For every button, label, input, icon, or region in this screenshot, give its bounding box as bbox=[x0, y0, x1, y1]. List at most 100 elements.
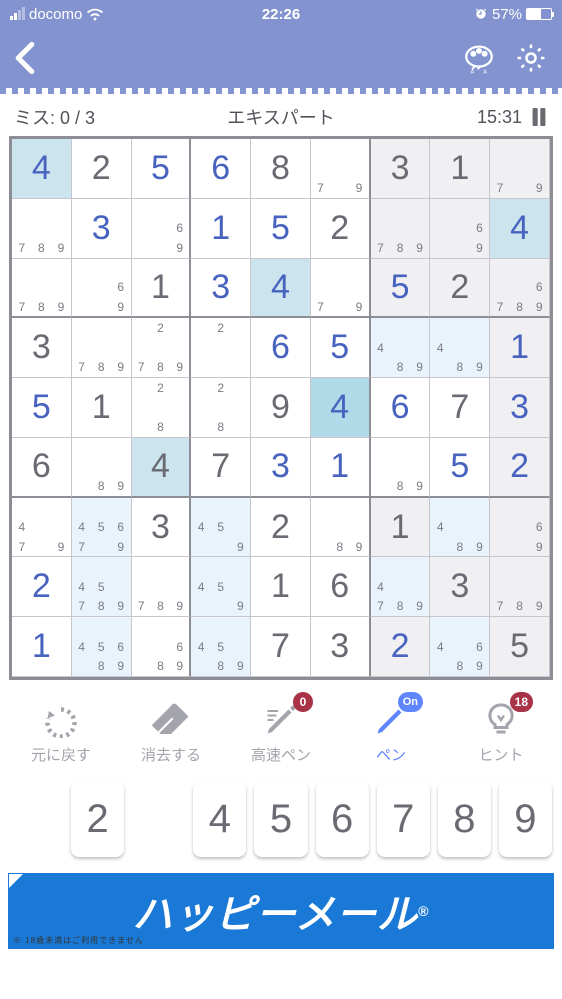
numkey-7[interactable]: 7 bbox=[377, 781, 430, 857]
cell-r1-c8[interactable]: 4 bbox=[490, 199, 550, 259]
cell-r5-c0[interactable]: 6 bbox=[12, 438, 72, 498]
cell-r2-c1[interactable]: 69 bbox=[72, 259, 132, 319]
cell-r1-c7[interactable]: 69 bbox=[430, 199, 490, 259]
cell-r8-c8[interactable]: 5 bbox=[490, 617, 550, 677]
cell-r6-c0[interactable]: 479 bbox=[12, 498, 72, 558]
cell-r5-c4[interactable]: 3 bbox=[251, 438, 311, 498]
cell-r8-c4[interactable]: 7 bbox=[251, 617, 311, 677]
cell-r8-c1[interactable]: 45689 bbox=[72, 617, 132, 677]
ad-banner[interactable]: ハッピーメール® ※ 18歳未満はご利用できません bbox=[8, 873, 554, 949]
cell-r2-c4[interactable]: 4 bbox=[251, 259, 311, 319]
cell-r4-c6[interactable]: 6 bbox=[371, 378, 431, 438]
cell-r7-c1[interactable]: 45789 bbox=[72, 557, 132, 617]
cell-r0-c1[interactable]: 2 bbox=[72, 139, 132, 199]
cell-r4-c2[interactable]: 28 bbox=[132, 378, 192, 438]
cell-r2-c7[interactable]: 2 bbox=[430, 259, 490, 319]
cell-r8-c7[interactable]: 4689 bbox=[430, 617, 490, 677]
cell-r7-c3[interactable]: 459 bbox=[191, 557, 251, 617]
cell-r0-c3[interactable]: 6 bbox=[191, 139, 251, 199]
cell-r3-c6[interactable]: 489 bbox=[371, 318, 431, 378]
cell-r3-c0[interactable]: 3 bbox=[12, 318, 72, 378]
cell-r6-c6[interactable]: 1 bbox=[371, 498, 431, 558]
pen-button[interactable]: On ペン bbox=[341, 702, 441, 765]
cell-r3-c8[interactable]: 1 bbox=[490, 318, 550, 378]
cell-r2-c3[interactable]: 3 bbox=[191, 259, 251, 319]
cell-r1-c0[interactable]: 789 bbox=[12, 199, 72, 259]
cell-r4-c8[interactable]: 3 bbox=[490, 378, 550, 438]
numkey-5[interactable]: 5 bbox=[254, 781, 307, 857]
cell-r1-c5[interactable]: 2 bbox=[311, 199, 371, 259]
numkey-2[interactable]: 2 bbox=[71, 781, 124, 857]
cell-r2-c2[interactable]: 1 bbox=[132, 259, 192, 319]
cell-r1-c1[interactable]: 3 bbox=[72, 199, 132, 259]
cell-r6-c4[interactable]: 2 bbox=[251, 498, 311, 558]
cell-r0-c7[interactable]: 1 bbox=[430, 139, 490, 199]
cell-r2-c8[interactable]: 6789 bbox=[490, 259, 550, 319]
cell-r5-c6[interactable]: 89 bbox=[371, 438, 431, 498]
cell-r6-c5[interactable]: 89 bbox=[311, 498, 371, 558]
cell-r3-c2[interactable]: 2789 bbox=[132, 318, 192, 378]
numkey-4[interactable]: 4 bbox=[193, 781, 246, 857]
cell-r3-c1[interactable]: 789 bbox=[72, 318, 132, 378]
erase-button[interactable]: 消去する bbox=[121, 702, 221, 765]
sudoku-board[interactable]: 4256879317978936915278969478969134795267… bbox=[9, 136, 553, 680]
cell-r7-c8[interactable]: 789 bbox=[490, 557, 550, 617]
cell-r6-c2[interactable]: 3 bbox=[132, 498, 192, 558]
cell-r7-c4[interactable]: 1 bbox=[251, 557, 311, 617]
pause-button[interactable] bbox=[530, 108, 548, 126]
cell-r5-c7[interactable]: 5 bbox=[430, 438, 490, 498]
cell-r4-c0[interactable]: 5 bbox=[12, 378, 72, 438]
cell-r8-c5[interactable]: 3 bbox=[311, 617, 371, 677]
back-button[interactable] bbox=[14, 41, 36, 75]
cell-r3-c4[interactable]: 6 bbox=[251, 318, 311, 378]
numkey-9[interactable]: 9 bbox=[499, 781, 552, 857]
cell-r5-c5[interactable]: 1 bbox=[311, 438, 371, 498]
cell-r5-c1[interactable]: 89 bbox=[72, 438, 132, 498]
cell-r7-c0[interactable]: 2 bbox=[12, 557, 72, 617]
cell-r8-c3[interactable]: 4589 bbox=[191, 617, 251, 677]
cell-r3-c5[interactable]: 5 bbox=[311, 318, 371, 378]
cell-r0-c6[interactable]: 3 bbox=[371, 139, 431, 199]
numkey-6[interactable]: 6 bbox=[316, 781, 369, 857]
cell-r2-c6[interactable]: 5 bbox=[371, 259, 431, 319]
cell-r5-c8[interactable]: 2 bbox=[490, 438, 550, 498]
cell-r0-c4[interactable]: 8 bbox=[251, 139, 311, 199]
cell-r8-c0[interactable]: 1 bbox=[12, 617, 72, 677]
cell-r8-c2[interactable]: 689 bbox=[132, 617, 192, 677]
cell-r0-c2[interactable]: 5 bbox=[132, 139, 192, 199]
undo-button[interactable]: 元に戻す bbox=[11, 702, 111, 765]
cell-r0-c0[interactable]: 4 bbox=[12, 139, 72, 199]
cell-r6-c1[interactable]: 45679 bbox=[72, 498, 132, 558]
cell-r6-c8[interactable]: 69 bbox=[490, 498, 550, 558]
hint-button[interactable]: 18 ヒント bbox=[451, 702, 551, 765]
cell-r4-c1[interactable]: 1 bbox=[72, 378, 132, 438]
cell-r5-c3[interactable]: 7 bbox=[191, 438, 251, 498]
cell-r6-c3[interactable]: 459 bbox=[191, 498, 251, 558]
numkey-8[interactable]: 8 bbox=[438, 781, 491, 857]
cell-r1-c6[interactable]: 789 bbox=[371, 199, 431, 259]
cell-r2-c5[interactable]: 79 bbox=[311, 259, 371, 319]
cell-r0-c8[interactable]: 79 bbox=[490, 139, 550, 199]
cell-r1-c2[interactable]: 69 bbox=[132, 199, 192, 259]
cell-r4-c7[interactable]: 7 bbox=[430, 378, 490, 438]
cell-r7-c6[interactable]: 4789 bbox=[371, 557, 431, 617]
cell-r4-c3[interactable]: 28 bbox=[191, 378, 251, 438]
cell-r8-c6[interactable]: 2 bbox=[371, 617, 431, 677]
cell-r2-c0[interactable]: 789 bbox=[12, 259, 72, 319]
settings-button[interactable] bbox=[514, 41, 548, 75]
cell-r7-c2[interactable]: 789 bbox=[132, 557, 192, 617]
cell-r0-c5[interactable]: 79 bbox=[311, 139, 371, 199]
cell-r6-c7[interactable]: 489 bbox=[430, 498, 490, 558]
cell-r1-c3[interactable]: 1 bbox=[191, 199, 251, 259]
fastpen-button[interactable]: 0 高速ペン bbox=[231, 702, 331, 765]
cell-r5-c2[interactable]: 4 bbox=[132, 438, 192, 498]
cell-r7-c5[interactable]: 6 bbox=[311, 557, 371, 617]
theme-button[interactable]: AA bbox=[462, 41, 496, 75]
cell-r3-c7[interactable]: 489 bbox=[430, 318, 490, 378]
cell-r1-c4[interactable]: 5 bbox=[251, 199, 311, 259]
cell-r4-c5[interactable]: 4 bbox=[311, 378, 371, 438]
cell-r4-c4[interactable]: 9 bbox=[251, 378, 311, 438]
cell-r7-c7[interactable]: 3 bbox=[430, 557, 490, 617]
cell-r3-c3[interactable]: 2 bbox=[191, 318, 251, 378]
status-bar: docomo 22:26 57% bbox=[0, 0, 562, 28]
